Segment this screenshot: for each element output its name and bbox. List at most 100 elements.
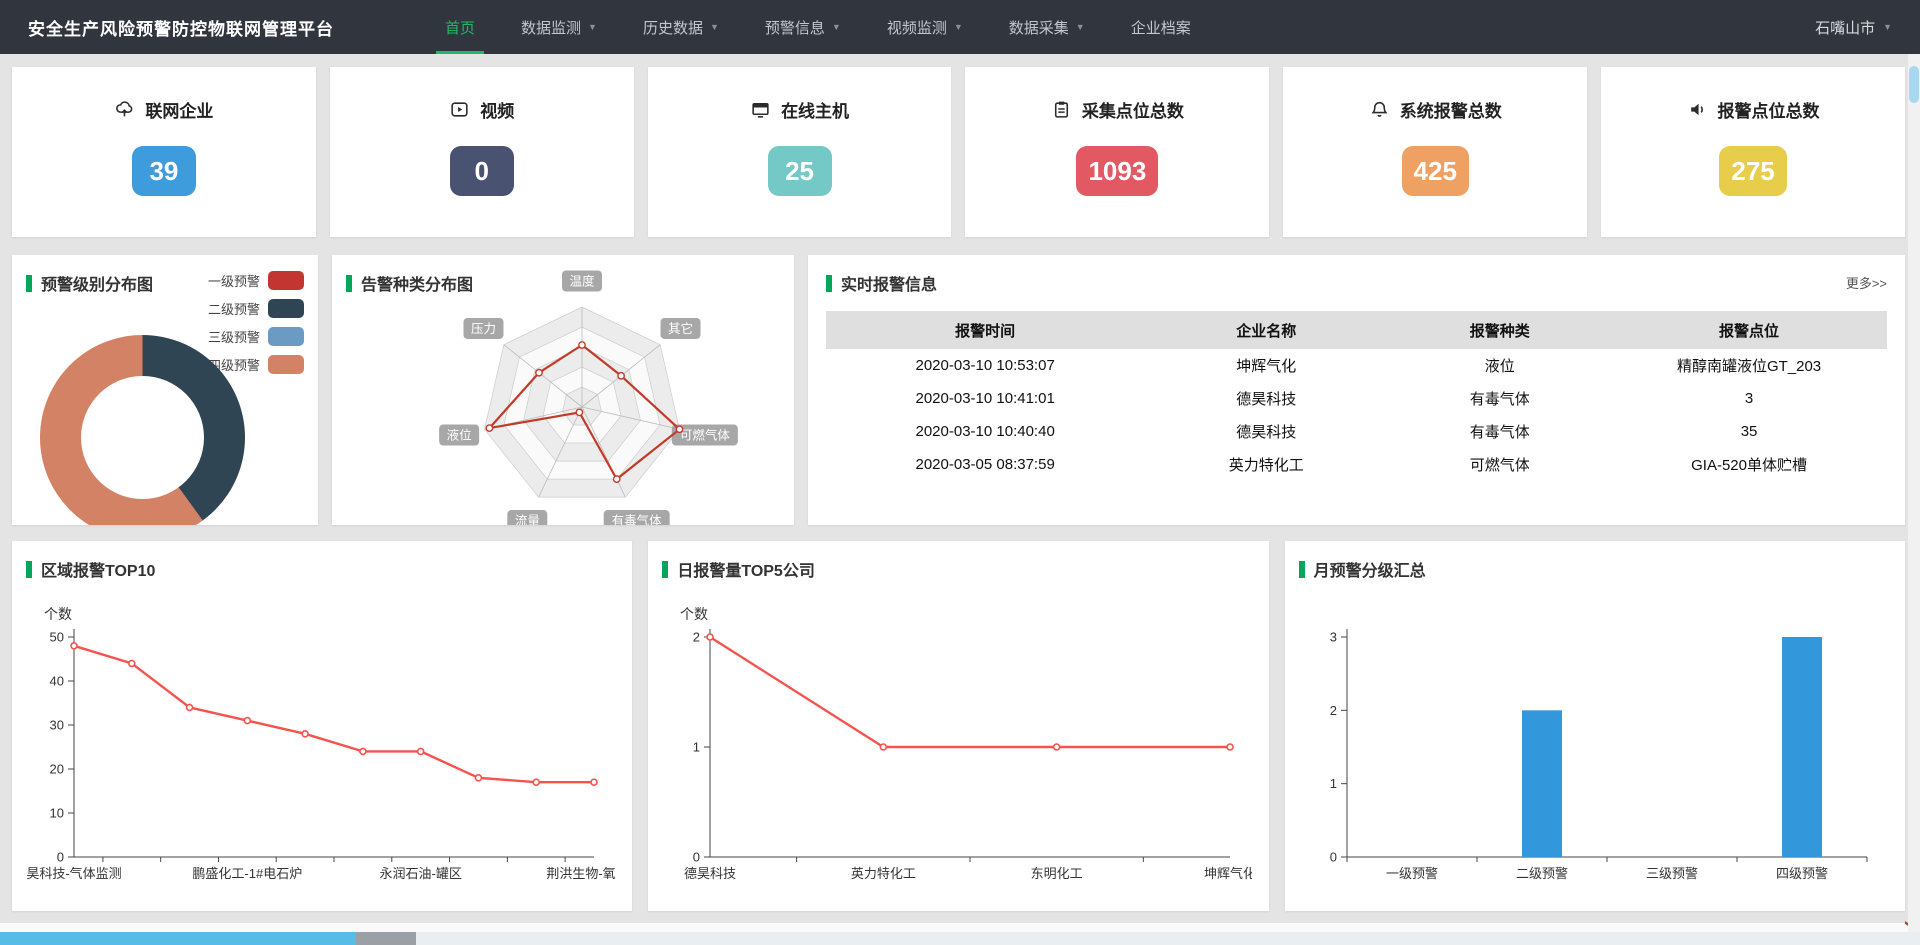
nav-item-label: 历史数据 xyxy=(643,17,703,38)
monitor-icon xyxy=(750,99,771,120)
svg-text:可燃气体: 可燃气体 xyxy=(680,428,731,443)
cloud-network-icon xyxy=(114,99,135,120)
nav-item-label: 数据采集 xyxy=(1009,17,1069,38)
col-alarm-point: 报警点位 xyxy=(1611,311,1887,349)
svg-text:10: 10 xyxy=(50,806,64,821)
svg-text:四级预警: 四级预警 xyxy=(1776,866,1828,881)
nav-item-warning-info[interactable]: 预警信息 ▼ xyxy=(742,0,864,54)
more-link[interactable]: 更多>> xyxy=(1846,273,1887,292)
nav-menu: 首页 数据监测 ▼ 历史数据 ▼ 预警信息 ▼ 视频监测▼ 数据采集 ▼ 企业档案 xyxy=(422,0,1214,54)
panel-title: 告警种类分布图 xyxy=(346,271,780,295)
stat-card-alarm-points: 报警点位总数 275 xyxy=(1601,67,1905,237)
stat-value-badge: 1093 xyxy=(1076,146,1158,196)
svg-text:0: 0 xyxy=(57,850,64,865)
nav-item-label: 预警信息 xyxy=(765,17,825,38)
bottom-bar xyxy=(0,932,1920,945)
stat-card-collection-points: 采集点位总数 1093 xyxy=(965,67,1269,237)
svg-text:2: 2 xyxy=(1329,703,1336,718)
warning-level-panel: 预警级别分布图 一级预警 二级预警 三级预警 四级预警 xyxy=(12,255,318,525)
donut-legend: 一级预警 二级预警 三级预警 四级预警 xyxy=(208,271,304,383)
svg-text:鹏盛化工-1#电石炉: 鹏盛化工-1#电石炉 xyxy=(192,866,302,881)
alarm-type-panel: 温度其它可燃气体有毒气体流量液位压力 告警种类分布图 xyxy=(332,255,794,525)
chevron-down-icon: ▼ xyxy=(1076,22,1085,32)
table-row[interactable]: 2020-03-05 08:37:59英力特化工可燃气体GIA-520单体贮槽 xyxy=(826,448,1887,481)
svg-text:二级预警: 二级预警 xyxy=(1516,866,1568,881)
bottom-bar-blue-segment xyxy=(0,932,356,945)
stat-card-connected-enterprises: 联网企业 39 xyxy=(12,67,316,237)
svg-text:压力: 压力 xyxy=(471,322,496,336)
nav-item-label: 首页 xyxy=(445,17,475,38)
legend-swatch xyxy=(268,355,304,374)
svg-text:昊科技-气体监测: 昊科技-气体监测 xyxy=(26,866,121,881)
svg-text:坤辉气化: 坤辉气化 xyxy=(1204,866,1252,881)
nav-item-history-data[interactable]: 历史数据 ▼ xyxy=(620,0,742,54)
green-chip xyxy=(26,275,32,292)
legend-item[interactable]: 三级预警 xyxy=(208,327,304,346)
speaker-icon xyxy=(1687,99,1708,120)
stat-card-row: 联网企业 39 视频 0 在线主机 25 xyxy=(12,67,1905,237)
daily-top5-chart: 个数012德昊科技英力特化工东明化工坤辉气化 xyxy=(652,577,1252,907)
green-chip xyxy=(1299,561,1305,578)
legend-item[interactable]: 四级预警 xyxy=(208,355,304,374)
col-alarm-type: 报警种类 xyxy=(1388,311,1611,349)
table-row[interactable]: 2020-03-10 10:40:40德昊科技有毒气体35 xyxy=(826,415,1887,448)
chevron-down-icon: ▼ xyxy=(1883,22,1892,32)
monthly-summary-panel: 月预警分级汇总 0123一级预警二级预警三级预警四级预警 xyxy=(1285,541,1905,911)
green-chip xyxy=(826,275,832,292)
col-alarm-time: 报警时间 xyxy=(826,311,1144,349)
green-chip xyxy=(662,561,668,578)
svg-text:液位: 液位 xyxy=(447,428,472,443)
legend-item[interactable]: 二级预警 xyxy=(208,299,304,318)
svg-text:20: 20 xyxy=(50,762,64,777)
table-row[interactable]: 2020-03-10 10:53:07坤辉气化液位精醇南罐液位GT_203 xyxy=(826,349,1887,382)
svg-text:40: 40 xyxy=(50,674,64,689)
stat-card-system-alarms: 系统报警总数 425 xyxy=(1283,67,1587,237)
stat-value-badge: 25 xyxy=(768,146,832,196)
stat-card-videos: 视频 0 xyxy=(330,67,634,237)
stat-value-badge: 39 xyxy=(132,146,196,196)
app-title: 安全生产风险预警防控物联网管理平台 xyxy=(28,15,334,40)
svg-text:个数: 个数 xyxy=(680,606,708,622)
bottom-bar-gray-block xyxy=(356,932,416,945)
nav-item-data-collection[interactable]: 数据采集 ▼ xyxy=(986,0,1108,54)
vertical-scrollbar[interactable] xyxy=(1908,54,1920,932)
svg-text:个数: 个数 xyxy=(44,606,72,622)
svg-text:1: 1 xyxy=(693,740,700,755)
col-enterprise-name: 企业名称 xyxy=(1144,311,1388,349)
nav-item-enterprise-archive[interactable]: 企业档案 xyxy=(1108,0,1214,54)
legend-swatch xyxy=(268,327,304,346)
daily-top5-panel: 日报警量TOP5公司 个数012德昊科技英力特化工东明化工坤辉气化 xyxy=(648,541,1268,911)
nav-item-label: 数据监测 xyxy=(521,17,581,38)
scrollbar-thumb[interactable] xyxy=(1909,66,1919,103)
stat-label: 联网企业 xyxy=(145,97,213,122)
region-selector[interactable]: 石嘴山市▼ xyxy=(1815,17,1892,38)
svg-text:一级预警: 一级预警 xyxy=(1386,866,1438,881)
svg-text:东明化工: 东明化工 xyxy=(1031,866,1083,881)
svg-text:其它: 其它 xyxy=(668,321,693,336)
legend-item[interactable]: 一级预警 xyxy=(208,271,304,290)
svg-text:流量: 流量 xyxy=(515,514,540,525)
nav-item-data-monitoring[interactable]: 数据监测 ▼ xyxy=(498,0,620,54)
stat-label: 视频 xyxy=(480,97,514,122)
nav-item-label: 视频监测 xyxy=(887,17,947,38)
bell-icon xyxy=(1369,99,1390,120)
chevron-down-icon: ▼ xyxy=(832,22,841,32)
stat-value-badge: 275 xyxy=(1719,146,1786,196)
svg-text:英力特化工: 英力特化工 xyxy=(851,866,916,881)
chevron-down-icon: ▼ xyxy=(588,22,597,32)
svg-text:50: 50 xyxy=(50,630,64,645)
stat-label: 报警点位总数 xyxy=(1718,97,1820,122)
nav-item-video-monitoring[interactable]: 视频监测▼ xyxy=(864,0,986,54)
clipboard-icon xyxy=(1051,99,1072,120)
green-chip xyxy=(346,275,352,292)
monthly-summary-chart: 0123一级预警二级预警三级预警四级预警 xyxy=(1289,577,1889,907)
legend-swatch xyxy=(268,299,304,318)
donut-chart xyxy=(40,335,245,525)
nav-item-home[interactable]: 首页 xyxy=(422,0,498,54)
region-top10-panel: 区域报警TOP10 个数01020304050昊科技-气体监测鹏盛化工-1#电石… xyxy=(12,541,632,911)
table-row[interactable]: 2020-03-10 10:41:01德昊科技有毒气体3 xyxy=(826,382,1887,415)
stat-value-badge: 0 xyxy=(450,146,514,196)
green-chip xyxy=(26,561,32,578)
chevron-down-icon: ▼ xyxy=(710,22,719,32)
panel-title: 实时报警信息 xyxy=(826,271,1887,295)
